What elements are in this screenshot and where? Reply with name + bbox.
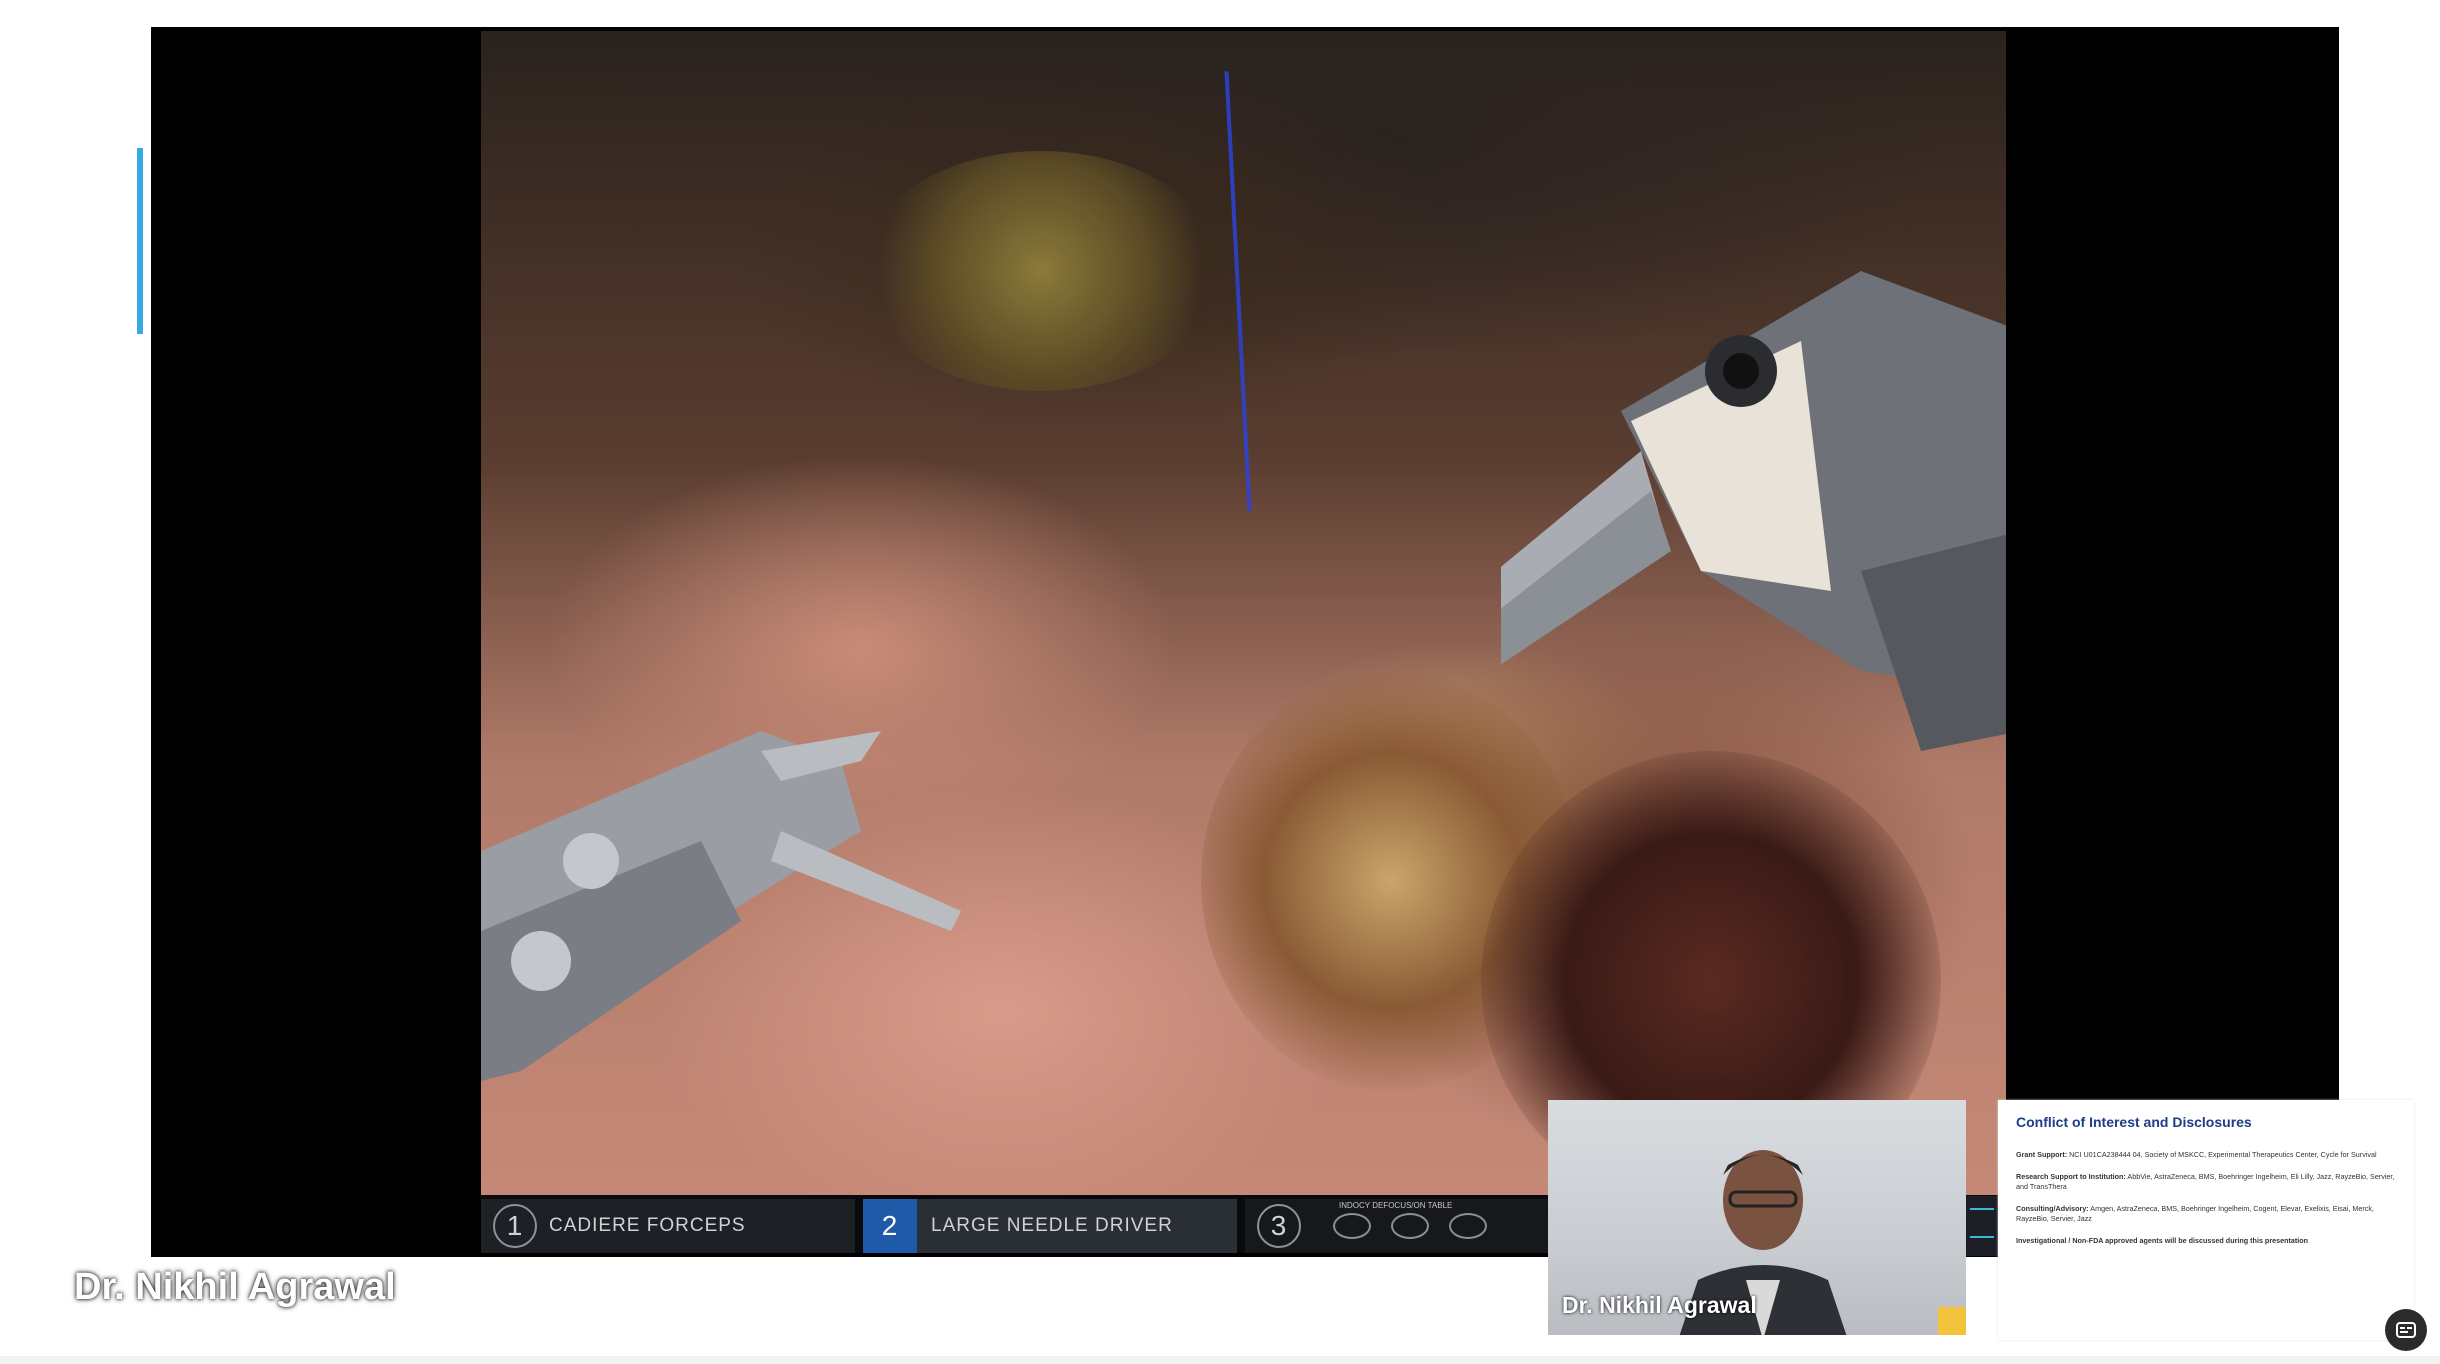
slide-disclosure-item: Investigational / Non-FDA approved agent… — [2016, 1236, 2309, 1245]
slide-disclosure-item: Grant Support: NCI U01CA238444 04, Socie… — [2016, 1150, 2377, 1159]
arm-mode-label: INDOCY DEFOCUS/ON TABLE — [1339, 1201, 1453, 1210]
captions-button[interactable] — [2385, 1309, 2427, 1351]
active-speaker-indicator — [137, 148, 143, 334]
slide-preview-edge — [1966, 1196, 1998, 1256]
captions-icon — [2396, 1322, 2416, 1338]
camera-mode-icon — [1449, 1213, 1487, 1239]
status-marker — [1938, 1307, 1966, 1335]
slide-preview-thumbnail[interactable]: Conflict of Interest and Disclosures Gra… — [1998, 1100, 2414, 1340]
arm-instrument-label: LARGE NEEDLE DRIVER — [931, 1215, 1173, 1236]
camera-mode-icon — [1391, 1213, 1429, 1239]
arm-1-status: 1 CADIERE FORCEPS — [481, 1199, 855, 1253]
needle-driver-instrument — [1501, 271, 2006, 751]
arm-number: 2 — [863, 1199, 917, 1253]
slide-disclosure-item: Consulting/Advisory: Amgen, AstraZeneca,… — [2016, 1204, 2374, 1223]
camera-mode-icon — [1333, 1213, 1371, 1239]
arm-instrument-label: CADIERE FORCEPS — [549, 1215, 746, 1236]
arm-3-status: 3 INDOCY DEFOCUS/ON TABLE — [1245, 1199, 1565, 1253]
arm-number: 3 — [1257, 1204, 1301, 1248]
presenter-name: Dr. Nikhil Agrawal — [74, 1266, 396, 1308]
surgical-video-frame: 1 CADIERE FORCEPS 2 LARGE NEEDLE DRIVER … — [481, 31, 2006, 1253]
webcam-participant-name: Dr. Nikhil Agrawal — [1562, 1292, 1757, 1318]
speaker-webcam-tile[interactable]: Dr. Nikhil Agrawal — [1548, 1100, 1966, 1335]
tissue-region — [861, 151, 1221, 391]
screen-share-icon — [24, 1275, 60, 1300]
slide-disclosure-item: Research Support to Institution: AbbVie,… — [2016, 1172, 2395, 1191]
arm-number: 1 — [493, 1204, 537, 1248]
screen-share-presenter-label: Dr. Nikhil Agrawal — [24, 1266, 396, 1309]
shared-video-stage: 1 CADIERE FORCEPS 2 LARGE NEEDLE DRIVER … — [151, 27, 2339, 1257]
arm-2-status: 2 LARGE NEEDLE DRIVER — [863, 1199, 1237, 1253]
cadiere-forceps-instrument — [481, 731, 961, 1081]
bottom-border — [0, 1356, 2440, 1364]
slide-title: Conflict of Interest and Disclosures — [2016, 1114, 2252, 1130]
suture-thread — [1224, 71, 1252, 511]
